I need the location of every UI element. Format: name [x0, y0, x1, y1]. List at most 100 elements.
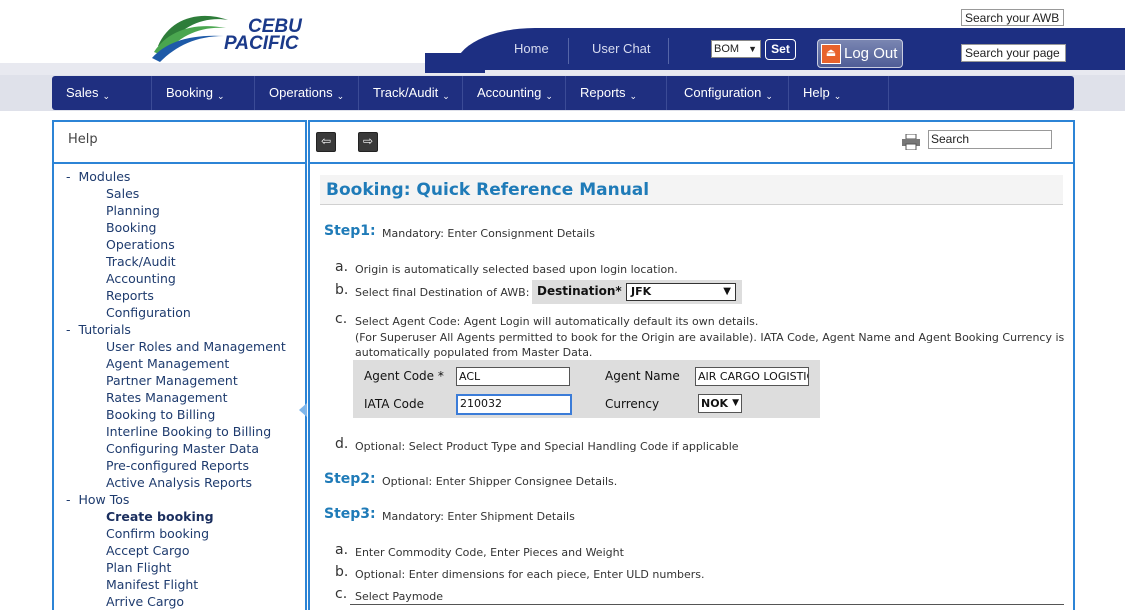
nav-label: Accounting — [477, 85, 542, 100]
tree-category-tutorials[interactable]: - Tutorials — [66, 321, 131, 338]
divider — [668, 38, 669, 64]
item-letter: b. — [335, 564, 349, 580]
nav-label: Help — [803, 85, 830, 100]
help-sidebar: Help - Modules Sales Planning Booking Op… — [52, 120, 307, 610]
tree-item-current[interactable]: Create booking — [106, 508, 214, 525]
forward-arrow-icon[interactable]: ⇨ — [358, 132, 378, 152]
item-letter: c. — [335, 586, 348, 602]
nav-label: Booking — [166, 85, 213, 100]
help-search-input[interactable]: Search — [928, 130, 1052, 149]
tree-item[interactable]: Pre-configured Reports — [106, 457, 249, 474]
main-nav: Sales ⌄ Booking ⌄ Operations ⌄ Track/Audit ⌄… — [52, 76, 1074, 110]
nav-help[interactable]: Help ⌄ — [789, 76, 889, 110]
destination-label: Destination* — [537, 284, 622, 298]
tree-item[interactable]: Configuring Master Data — [106, 440, 259, 457]
nav-sales[interactable]: Sales ⌄ — [52, 76, 152, 110]
agent-code-field[interactable]: ACL — [456, 367, 570, 386]
destination-select[interactable]: JFK ▼ — [626, 283, 736, 301]
destination-value: JFK — [631, 285, 652, 298]
back-arrow-icon[interactable]: ⇦ — [316, 132, 336, 152]
tree-item[interactable]: Accept Cargo — [106, 542, 189, 559]
chevron-down-icon: ⌄ — [629, 91, 638, 101]
tree-item[interactable]: Agent Management — [106, 355, 229, 372]
category-label: Tutorials — [78, 322, 131, 337]
step3-label: Step3: — [324, 506, 376, 522]
category-label: How Tos — [78, 492, 130, 507]
agent-code-label: Agent Code * — [364, 369, 444, 383]
tree-item[interactable]: Sales — [106, 185, 139, 202]
station-select[interactable]: BOM ▼ — [711, 40, 761, 58]
tree-item[interactable]: Configuration — [106, 304, 191, 321]
item-text: Optional: Enter dimensions for each piec… — [355, 568, 705, 581]
divider — [54, 162, 305, 164]
agent-name-label: Agent Name — [605, 369, 680, 383]
step1-label: Step1: — [324, 223, 376, 239]
nav-label: Track/Audit — [373, 85, 439, 100]
chevron-down-icon: ⌄ — [833, 91, 842, 101]
logout-label: Log Out — [844, 45, 898, 62]
item-letter: c. — [335, 311, 348, 327]
chevron-down-icon: ⌄ — [545, 91, 553, 101]
iata-code-field[interactable]: 210032 — [456, 394, 572, 415]
tree-item[interactable]: Accounting — [106, 270, 176, 287]
nav-track-audit[interactable]: Track/Audit ⌄ — [359, 76, 463, 110]
tree-item[interactable]: Planning — [106, 202, 160, 219]
logout-icon: ⏏ — [821, 44, 841, 64]
item-text: automatically populated from Master Data… — [355, 346, 593, 359]
destination-example: Destination* JFK ▼ — [532, 280, 742, 304]
current-item-pointer-icon — [299, 403, 307, 417]
item-text: (For Superuser All Agents permitted to b… — [355, 331, 1065, 344]
help-content-panel: ⇦ ⇨ Search Booking: Quick Reference Manu… — [308, 120, 1075, 610]
home-link[interactable]: Home — [514, 41, 549, 56]
tree-item[interactable]: Operations — [106, 236, 175, 253]
item-letter: b. — [335, 282, 349, 298]
chevron-down-icon: ⌄ — [102, 91, 111, 101]
tree-item[interactable]: Track/Audit — [106, 253, 176, 270]
tree-item[interactable]: Booking to Billing — [106, 406, 215, 423]
tree-category-modules[interactable]: - Modules — [66, 168, 130, 185]
nav-label: Configuration — [684, 85, 762, 100]
nav-label: Operations — [269, 85, 333, 100]
chevron-down-icon: ⌄ — [442, 91, 450, 101]
item-letter: d. — [335, 436, 349, 452]
search-awb-input[interactable]: Search your AWB — [961, 9, 1064, 26]
agent-example: Agent Code * ACL Agent Name AIR CARGO LO… — [353, 360, 820, 418]
tree-item[interactable]: Interline Booking to Billing — [106, 423, 271, 440]
iata-code-label: IATA Code — [364, 397, 424, 411]
item-text: Select Agent Code: Agent Login will auto… — [355, 315, 759, 328]
item-text: Select Paymode — [355, 590, 444, 603]
tree-item[interactable]: Manifest Flight — [106, 576, 198, 593]
user-chat-link[interactable]: User Chat — [592, 41, 651, 56]
tree-item[interactable]: Rates Management — [106, 389, 228, 406]
item-text: Enter Commodity Code, Enter Pieces and W… — [355, 546, 624, 559]
chevron-down-icon: ⌄ — [216, 91, 225, 101]
printer-icon[interactable] — [902, 134, 920, 150]
currency-select[interactable]: NOK ▼ — [698, 394, 742, 413]
nav-configuration[interactable]: Configuration ⌄ — [667, 76, 789, 110]
app-header: CEBU PACIFIC Home User Chat BOM ▼ Set ⏏ L… — [0, 0, 1125, 75]
step2-desc: Optional: Enter Shipper Consignee Detail… — [382, 475, 618, 488]
chevron-down-icon: ⌄ — [765, 91, 773, 101]
tree-item[interactable]: Confirm booking — [106, 525, 209, 542]
logout-button[interactable]: ⏏ Log Out — [817, 39, 903, 68]
nav-reports[interactable]: Reports ⌄ — [566, 76, 667, 110]
tree-category-howtos[interactable]: - How Tos — [66, 491, 129, 508]
nav-booking[interactable]: Booking ⌄ — [152, 76, 255, 110]
tree-item[interactable]: Plan Flight — [106, 559, 171, 576]
tree-item[interactable]: Reports — [106, 287, 154, 304]
tree-item[interactable]: Arrive Cargo — [106, 593, 184, 610]
logo-swoosh-icon — [152, 15, 228, 62]
tree-item[interactable]: Partner Management — [106, 372, 238, 389]
nav-operations[interactable]: Operations ⌄ — [255, 76, 359, 110]
tree-item[interactable]: Booking — [106, 219, 156, 236]
step1-desc: Mandatory: Enter Consignment Details — [382, 227, 595, 240]
search-page-input[interactable]: Search your page — [961, 44, 1066, 62]
divider — [310, 162, 1073, 164]
set-button[interactable]: Set — [765, 39, 796, 60]
tree-item[interactable]: User Roles and Management — [106, 338, 286, 355]
agent-name-field[interactable]: AIR CARGO LOGISTIC — [695, 367, 809, 386]
tree-item[interactable]: Active Analysis Reports — [106, 474, 252, 491]
nav-accounting[interactable]: Accounting ⌄ — [463, 76, 566, 110]
item-letter: a. — [335, 542, 349, 558]
cebu-pacific-logo: CEBU PACIFIC — [150, 8, 310, 63]
